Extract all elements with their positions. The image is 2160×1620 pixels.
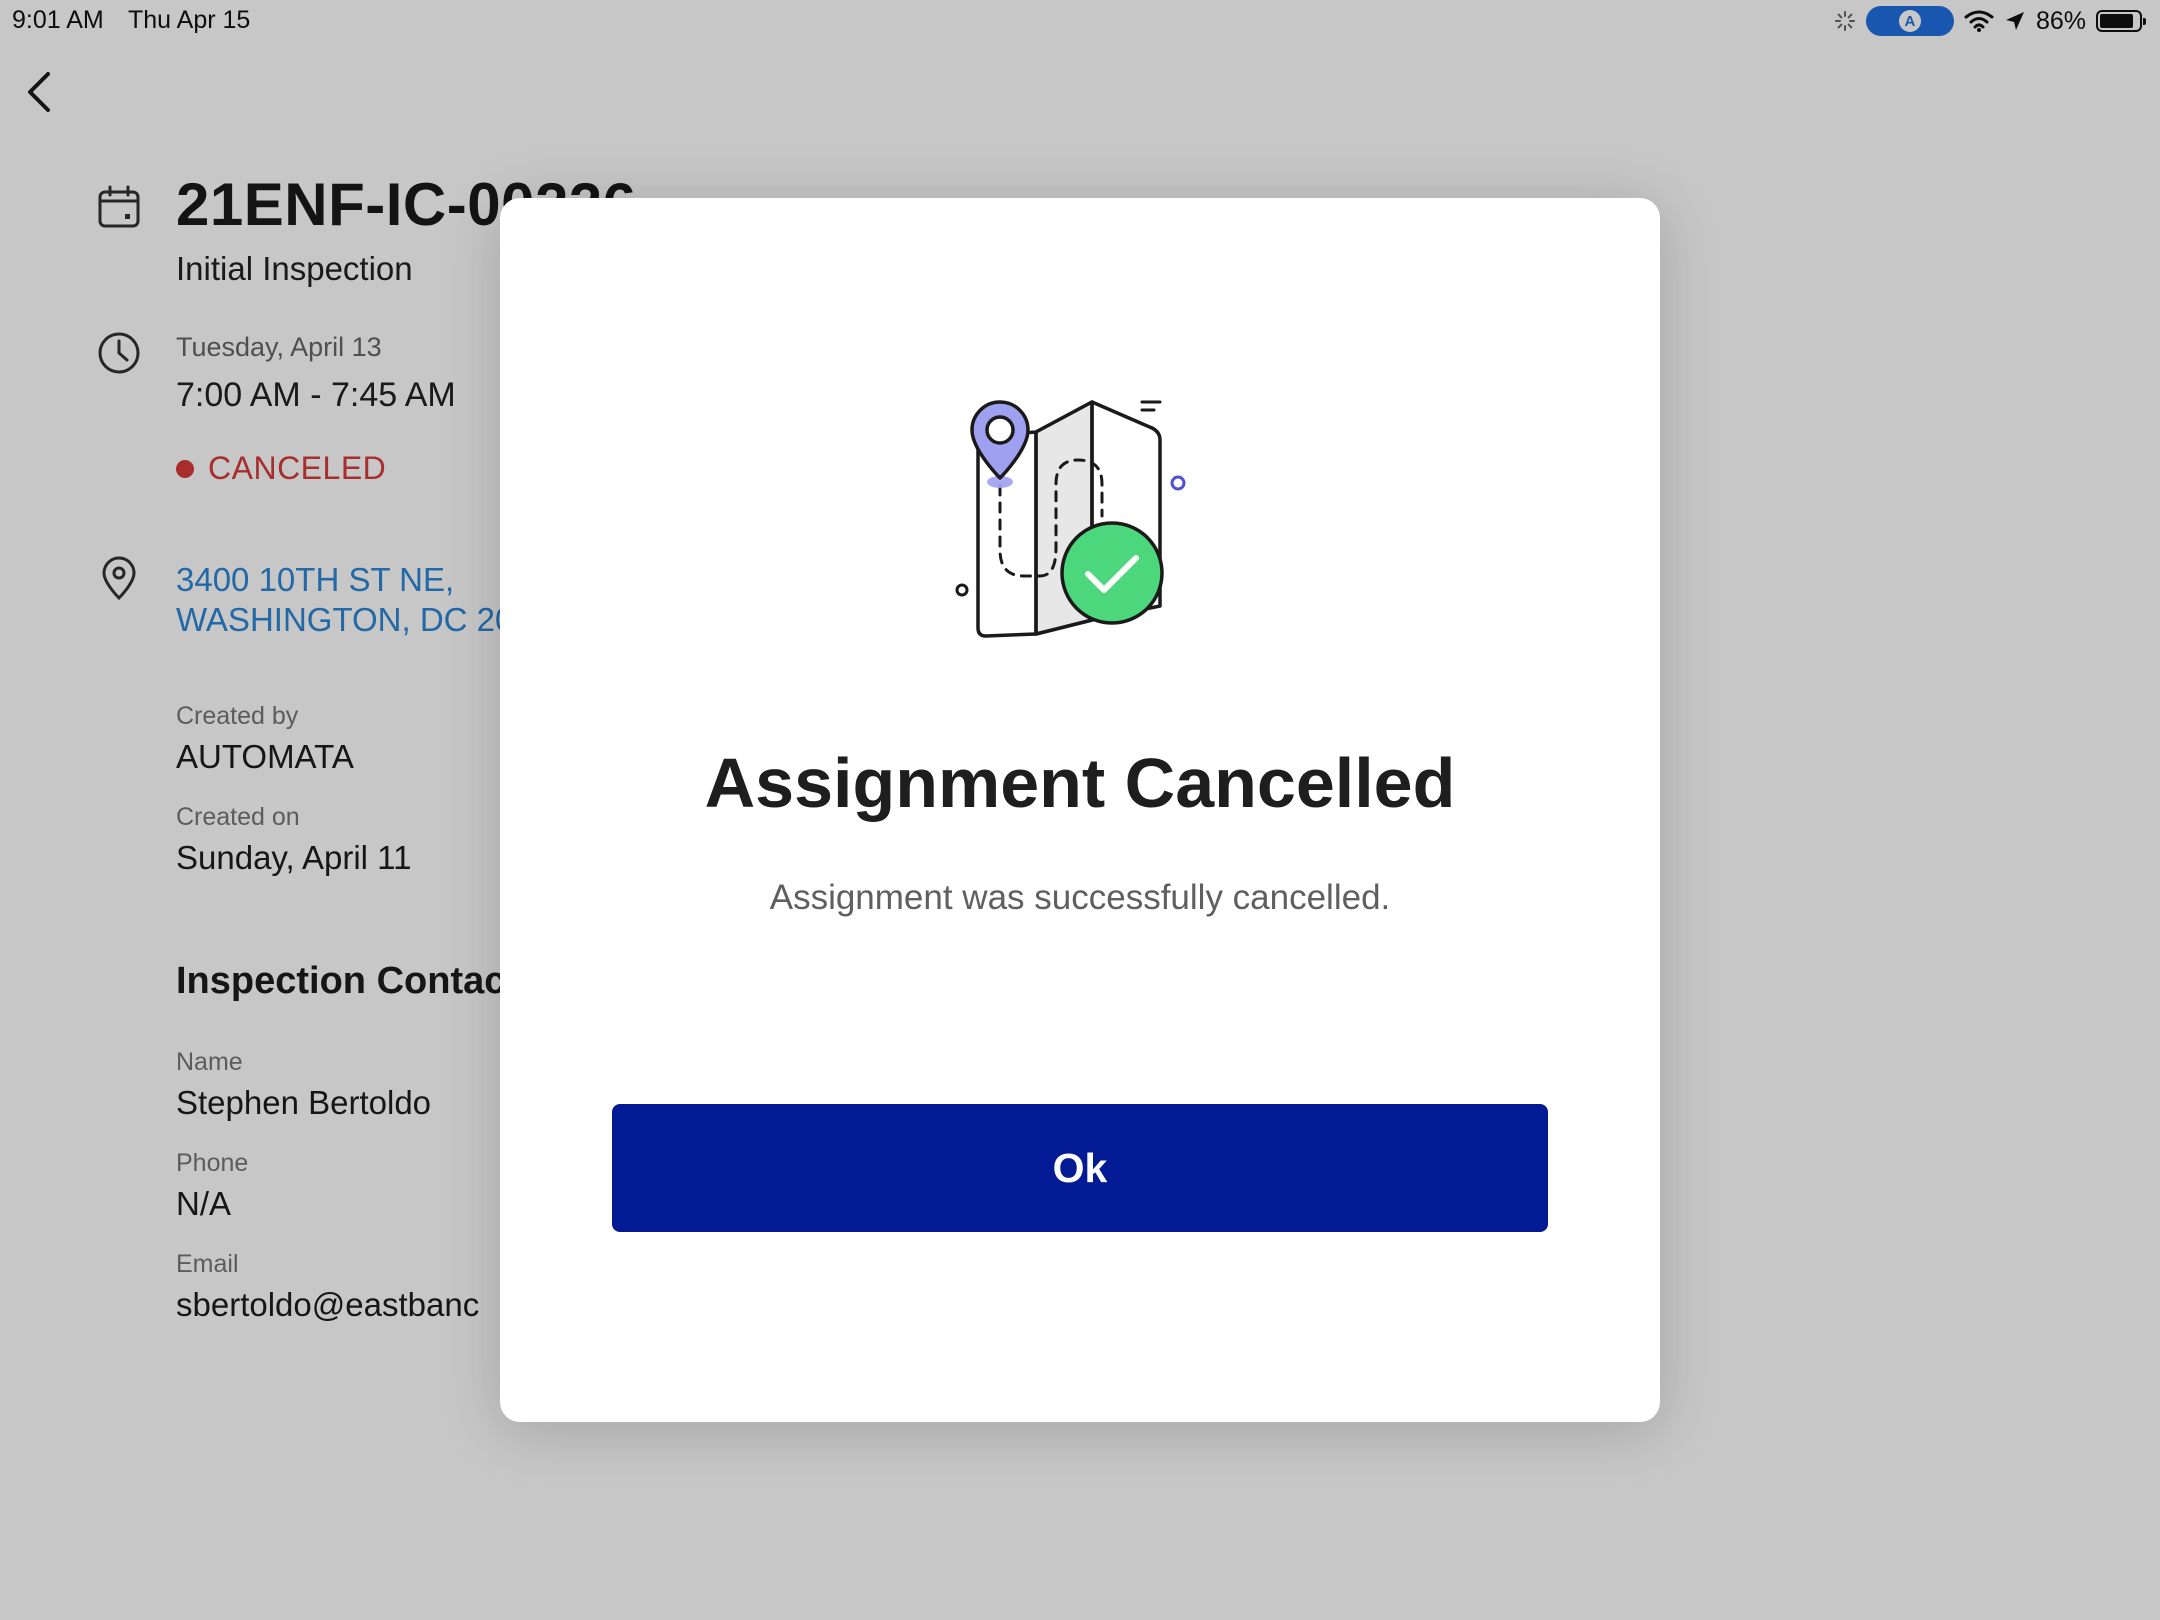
map-pin-check-illustration	[955, 400, 1186, 638]
dialog-title: Assignment Cancelled	[704, 744, 1456, 822]
ok-button[interactable]: Ok	[612, 1104, 1548, 1232]
cancel-confirmation-dialog: Assignment Cancelled Assignment was succ…	[500, 198, 1660, 1422]
dialog-message: Assignment was successfully cancelled.	[769, 878, 1391, 917]
